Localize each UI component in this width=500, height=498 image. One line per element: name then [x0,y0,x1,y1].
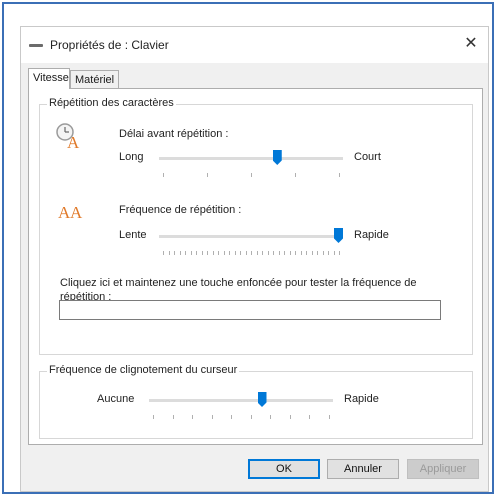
slider-tick [163,251,164,255]
slider-tick [223,251,225,255]
cursor-slider-thumb[interactable] [257,392,267,407]
keyboard-icon [29,44,43,47]
slider-tick [262,251,263,255]
svg-text:A: A [70,203,83,222]
slider-tick [289,251,291,255]
slider-tick [339,251,340,255]
slider-tick [250,415,252,419]
cursor-slider-track[interactable] [149,399,333,402]
rate-min-label: Lente [119,229,147,241]
rate-label: Fréquence de répétition : [119,204,242,216]
slider-tick [185,251,186,255]
repeat-test-input[interactable] [59,300,441,320]
slider-tick [231,415,233,419]
slider-tick [251,251,252,255]
slider-tick [245,251,247,255]
slider-tick [229,251,230,255]
slider-tick [295,251,296,255]
slider-tick [317,251,318,255]
slider-tick [328,251,329,255]
repeat-rate-icon: A A [58,203,83,222]
slider-tick [207,251,208,255]
slider-tick [192,415,194,419]
slider-tick [322,251,324,255]
slider-tick [284,251,285,255]
window-title: Propriétés de : Clavier [50,38,169,52]
apply-button[interactable]: Appliquer [407,459,479,479]
slider-tick [172,415,174,419]
slider-tick [306,251,307,255]
delay-tick [339,173,340,177]
slider-tick [190,251,192,255]
slider-tick [196,251,197,255]
cancel-button[interactable]: Annuler [327,459,399,479]
delay-min-label: Long [119,151,144,163]
cursor-blink-group: Fréquence de clignotement du curseur Auc… [39,364,473,439]
slider-tick [179,251,181,255]
delay-tick [295,173,296,177]
slider-tick [153,415,154,419]
rate-slider-track[interactable] [159,235,343,238]
cursor-group-title: Fréquence de clignotement du curseur [47,364,240,376]
cursor-max-label: Rapide [344,393,379,405]
title-bar: Propriétés de : Clavier ✕ [21,27,488,63]
slider-tick [256,251,258,255]
tab-vitesse[interactable]: Vitesse [28,68,70,89]
slider-tick [300,251,302,255]
delay-max-label: Court [354,151,381,163]
delay-tick [207,173,208,177]
slider-tick [289,415,291,419]
slider-tick [333,251,335,255]
delay-label: Délai avant répétition : [119,128,229,140]
repeat-group-title: Répétition des caractères [47,97,176,109]
slider-tick [278,251,280,255]
close-button[interactable]: ✕ [462,35,480,53]
delay-tick [163,173,164,177]
delay-slider-track[interactable] [159,157,343,160]
slider-tick [168,251,170,255]
slider-tick [270,415,272,419]
slider-tick [212,251,214,255]
slider-tick [240,251,241,255]
tab-materiel[interactable]: Matériel [70,70,119,88]
repeat-delay-icon: A [56,123,80,150]
delay-tick [251,173,252,177]
slider-tick [211,415,213,419]
tab-panel-vitesse: Répétition des caractères A Délai avant … [28,88,483,445]
slider-tick [218,251,219,255]
slider-tick [309,415,311,419]
cursor-min-label: Aucune [97,393,135,405]
ok-button[interactable]: OK [248,459,320,479]
slider-tick [267,251,269,255]
delay-slider-thumb[interactable] [272,150,282,165]
slider-tick [174,251,175,255]
slider-tick [201,251,203,255]
slider-tick [311,251,313,255]
keyboard-properties-dialog: Propriétés de : Clavier ✕ Vitesse Matéri… [20,26,489,492]
slider-tick [234,251,236,255]
slider-tick [273,251,274,255]
rate-max-label: Rapide [354,229,389,241]
slider-tick [329,415,330,419]
rate-slider-thumb[interactable] [334,228,343,243]
svg-text:A: A [67,133,80,150]
